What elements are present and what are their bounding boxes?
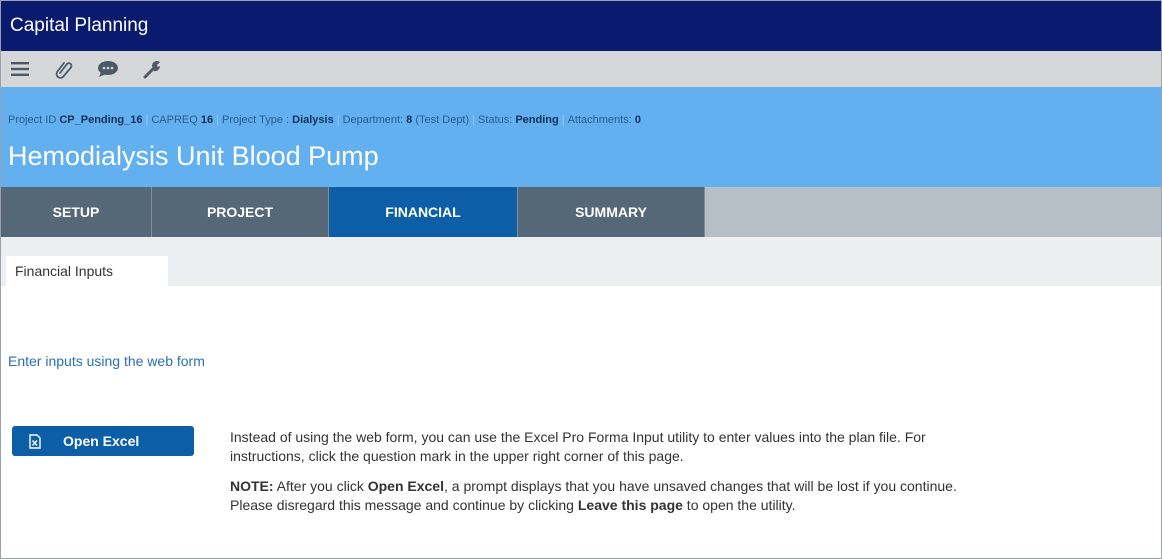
note-part3: to open the utility. — [682, 497, 796, 513]
attachments-label: Attachments: — [567, 114, 632, 126]
open-excel-label: Open Excel — [63, 433, 140, 449]
toolbar — [1, 51, 1161, 87]
wrench-icon[interactable] — [141, 58, 163, 80]
department-value: 8 — [406, 114, 413, 126]
project-type-value: Dialysis — [292, 114, 334, 126]
note-open-excel: Open Excel — [367, 478, 444, 494]
tab-setup[interactable]: SETUP — [1, 187, 152, 237]
capreq-value: 16 — [200, 114, 214, 126]
subtab-bar: Financial Inputs — [1, 237, 1161, 286]
app-window: Capital Planning Project ID CP_Pending_1… — [0, 0, 1162, 559]
status-value: Pending — [515, 114, 559, 126]
open-excel-button[interactable]: Open Excel — [12, 426, 194, 456]
note-text: NOTE: After you click Open Excel, a prom… — [230, 477, 990, 515]
project-title: Hemodialysis Unit Blood Pump — [8, 141, 379, 171]
capreq-label: CAPREQ — [151, 114, 198, 126]
note-leave-page: Leave this page — [577, 497, 683, 513]
tab-summary[interactable]: SUMMARY — [518, 187, 705, 237]
project-meta: Project ID CP_Pending_16 | CAPREQ 16 | Proje… — [8, 114, 641, 126]
status-label: Status: — [478, 114, 513, 126]
project-type-label: Project Type : — [222, 114, 290, 126]
instructions-text: Instead of using the web form, you can u… — [230, 429, 926, 464]
paperclip-icon[interactable] — [53, 58, 75, 80]
attachments-value: 0 — [634, 114, 641, 126]
project-id-label: Project ID — [8, 114, 57, 126]
tab-project[interactable]: PROJECT — [152, 187, 329, 237]
excel-instructions: Instead of using the web form, you can u… — [230, 428, 990, 526]
subtab-financial-inputs[interactable]: Financial Inputs — [6, 256, 168, 286]
project-header: Project ID CP_Pending_16 | CAPREQ 16 | Proje… — [1, 87, 1161, 187]
chat-icon[interactable] — [97, 58, 119, 80]
web-form-link[interactable]: Enter inputs using the web form — [8, 353, 205, 369]
note-label: NOTE: — [230, 478, 274, 494]
excel-file-icon — [29, 433, 41, 449]
menu-icon[interactable] — [9, 58, 31, 80]
tab-financial[interactable]: FINANCIAL — [329, 187, 518, 237]
main-tabs: SETUP PROJECT FINANCIAL SUMMARY — [1, 187, 1161, 237]
department-name: (Test Dept) — [415, 114, 470, 126]
department-label: Department: — [342, 114, 404, 126]
note-part1: After you click — [273, 478, 368, 494]
app-title: Capital Planning — [1, 1, 1161, 51]
project-id-value: CP_Pending_16 — [59, 114, 143, 126]
